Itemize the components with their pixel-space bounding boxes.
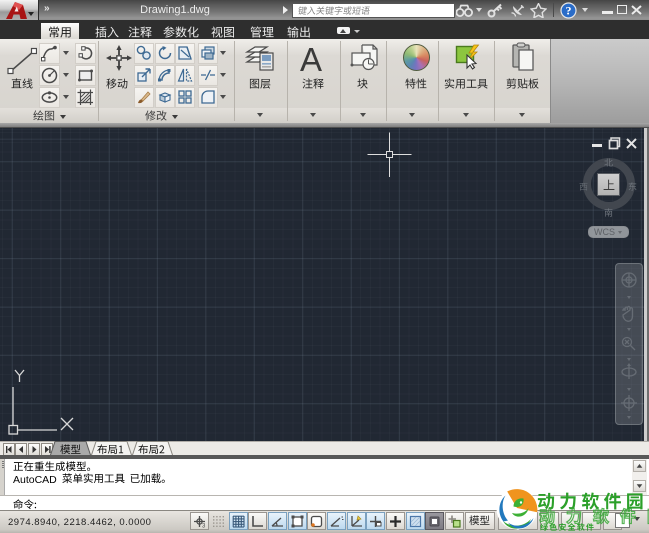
svg-text:?: ? bbox=[566, 4, 572, 18]
svg-text:3: 3 bbox=[202, 523, 206, 529]
